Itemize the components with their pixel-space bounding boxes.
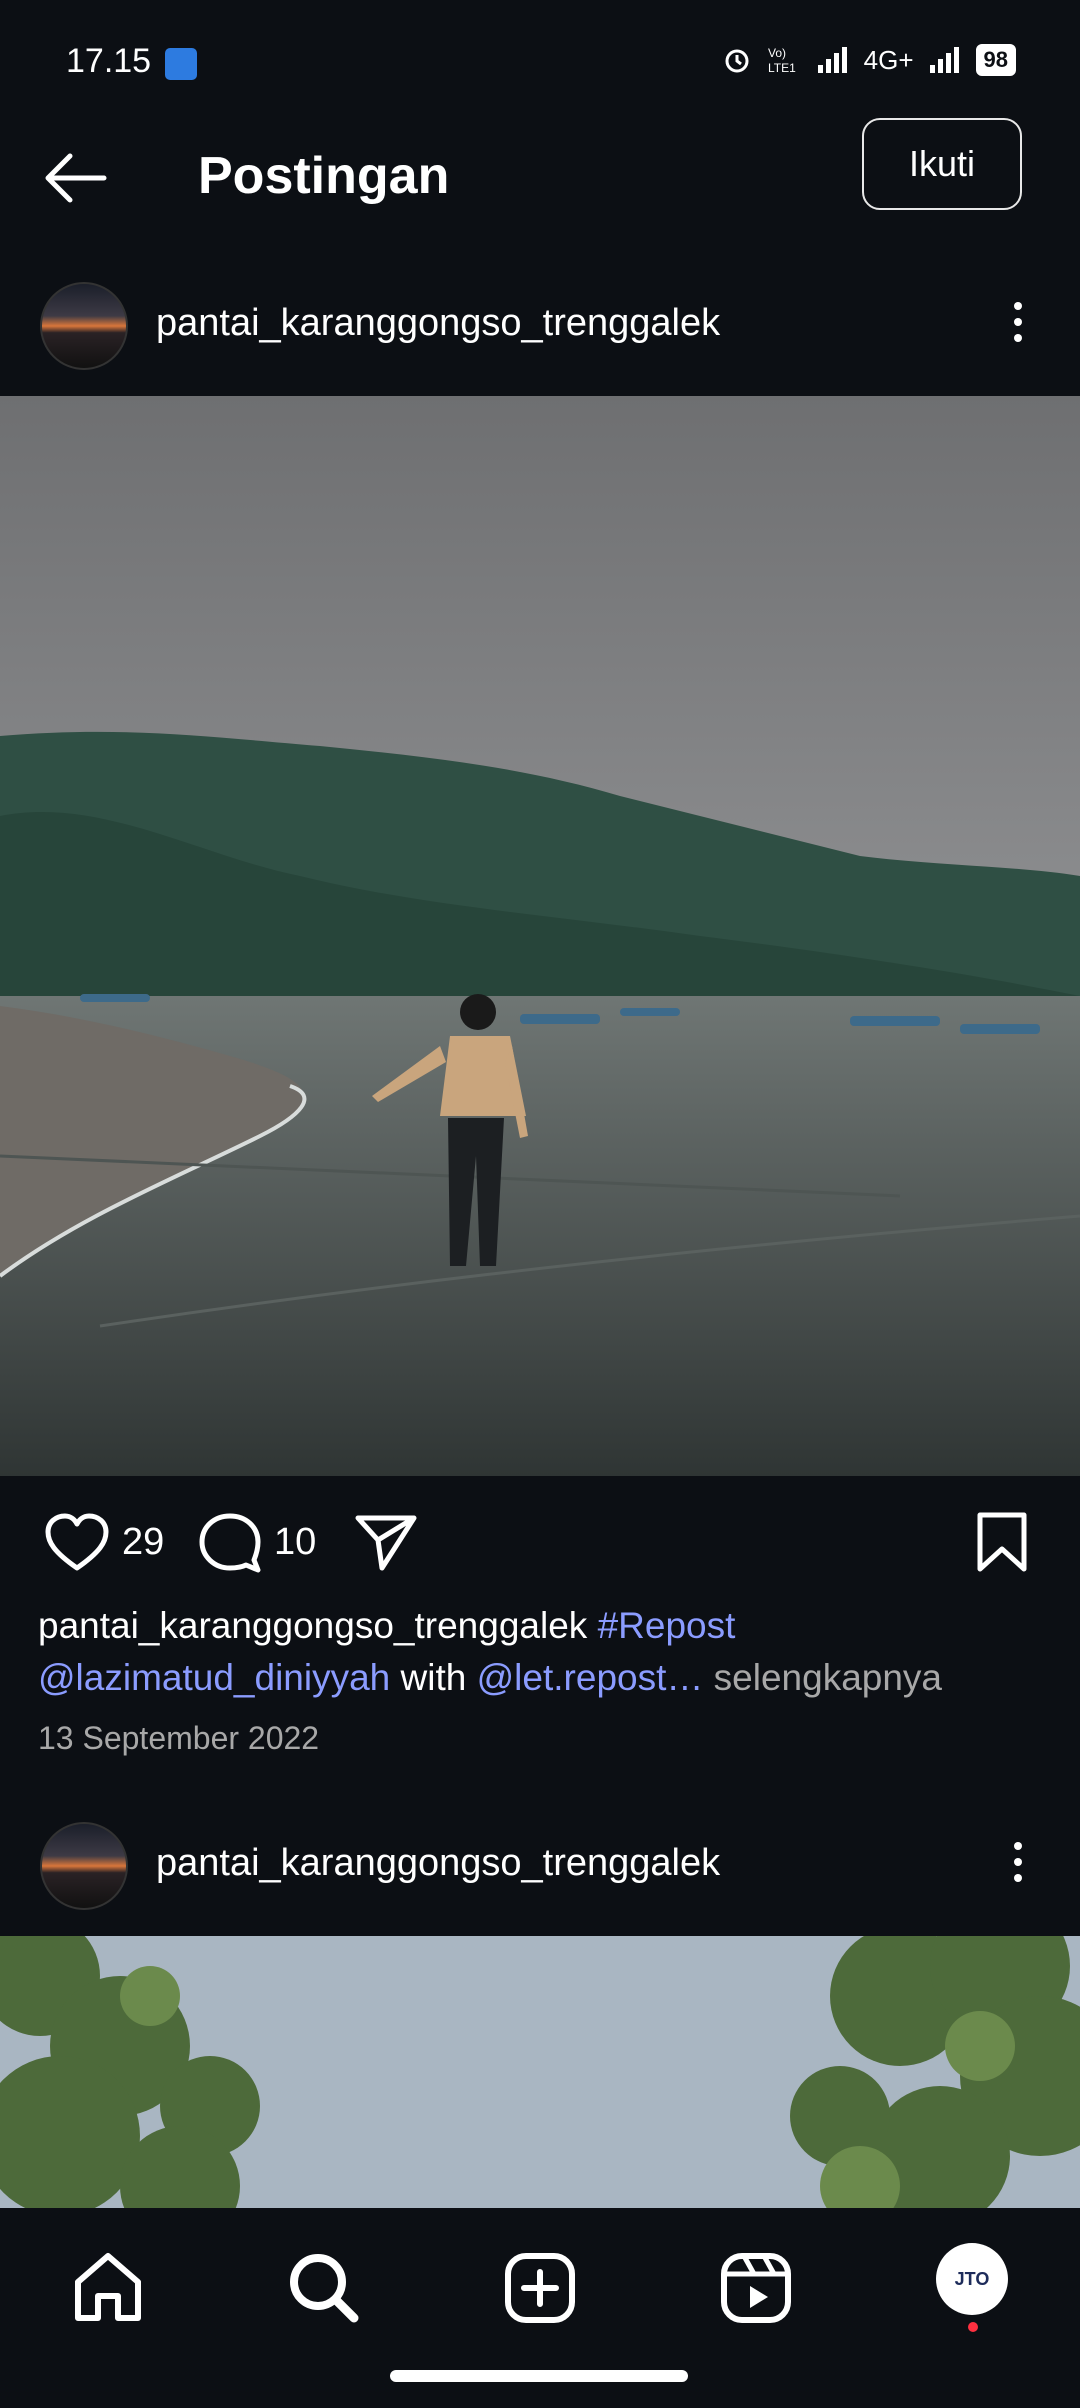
- home-icon: [75, 2253, 141, 2321]
- status-icons: Vo) LTE1 4G+ 98: [722, 44, 1016, 76]
- post-caption: pantai_karanggongso_trenggalek #Repost @…: [38, 1600, 1048, 1704]
- profile-avatar-text: JTO: [954, 2268, 990, 2289]
- volte-icon: Vo)LTE1: [768, 46, 796, 75]
- notification-app-icon: [165, 48, 197, 80]
- alarm-icon: [725, 49, 749, 73]
- bookmark-icon: [977, 1512, 1027, 1572]
- more-vertical-icon[interactable]: [1000, 294, 1036, 354]
- caption-text: with: [400, 1657, 467, 1698]
- post-header: pantai_karanggongso_trenggalek: [0, 1804, 1080, 1924]
- battery-indicator: 98: [975, 44, 1016, 76]
- notification-dot: [968, 2322, 978, 2332]
- nav-reels[interactable]: [716, 2248, 796, 2328]
- bottom-navigation: JTO: [0, 2208, 1080, 2408]
- caption-author[interactable]: pantai_karanggongso_trenggalek: [38, 1605, 587, 1646]
- like-button[interactable]: 29: [44, 1506, 164, 1578]
- back-button[interactable]: [40, 148, 112, 208]
- signal-icon: [817, 47, 847, 73]
- comment-button[interactable]: 10: [198, 1506, 316, 1578]
- reels-icon: [721, 2253, 791, 2323]
- send-icon: [355, 1515, 417, 1571]
- post-photo[interactable]: [0, 396, 1080, 1476]
- trees-photo: [0, 1936, 1080, 2208]
- signal-2-icon: [929, 47, 959, 73]
- post-username[interactable]: pantai_karanggongso_trenggalek: [156, 1842, 720, 1885]
- svg-text:LTE1: LTE1: [768, 61, 796, 75]
- post-date: 13 September 2022: [38, 1720, 320, 1756]
- share-button[interactable]: [354, 1506, 418, 1578]
- caption-hashtag[interactable]: #Repost: [598, 1605, 736, 1646]
- comment-icon: [199, 1513, 261, 1573]
- caption-ellipsis: …: [666, 1657, 704, 1698]
- post-header: pantai_karanggongso_trenggalek: [0, 264, 1080, 384]
- post-photo[interactable]: [0, 1936, 1080, 2208]
- account-avatar[interactable]: [40, 1822, 128, 1910]
- svg-text:Vo): Vo): [768, 46, 786, 60]
- network-type: 4G+: [863, 44, 914, 75]
- caption-mention[interactable]: @lazimatud_diniyyah: [38, 1657, 390, 1698]
- beach-photo: [0, 396, 1080, 1476]
- more-vertical-icon[interactable]: [1000, 1834, 1036, 1894]
- status-bar: 17.15 Vo) LTE1 4G+ 98: [0, 0, 1080, 120]
- nav-create[interactable]: [500, 2248, 580, 2328]
- nav-profile-avatar[interactable]: JTO: [936, 2243, 1008, 2315]
- caption-more-link[interactable]: selengkapnya: [714, 1657, 942, 1698]
- caption-mention[interactable]: @let.repost: [477, 1657, 667, 1698]
- comments-count[interactable]: 10: [274, 1521, 316, 1564]
- nav-search[interactable]: [284, 2248, 364, 2328]
- search-icon: [290, 2254, 359, 2323]
- nav-home[interactable]: [68, 2248, 148, 2328]
- page-title: Postingan: [198, 147, 450, 205]
- home-indicator[interactable]: [390, 2370, 688, 2382]
- follow-button[interactable]: Ikuti: [862, 118, 1022, 210]
- likes-count[interactable]: 29: [122, 1521, 164, 1564]
- arrow-left-icon: [45, 153, 107, 203]
- status-time: 17.15: [66, 42, 152, 80]
- heart-icon: [45, 1513, 109, 1571]
- plus-square-icon: [505, 2253, 575, 2323]
- save-button[interactable]: [974, 1506, 1030, 1578]
- post-username[interactable]: pantai_karanggongso_trenggalek: [156, 302, 720, 345]
- account-avatar[interactable]: [40, 282, 128, 370]
